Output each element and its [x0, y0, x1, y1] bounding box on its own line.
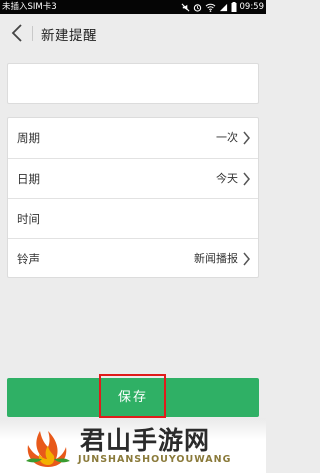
row-date-value: 今天	[216, 172, 238, 185]
status-bar: 未插入SIM卡3 09:59	[0, 0, 266, 14]
chevron-right-icon	[243, 131, 250, 145]
back-button[interactable]	[4, 20, 30, 46]
watermark-title: 君山手游网	[80, 426, 211, 455]
page-title: 新建提醒	[41, 28, 97, 44]
row-date-label: 日期	[17, 172, 40, 186]
alarm-icon	[193, 3, 202, 12]
carrier-label: 未插入SIM卡3	[2, 2, 57, 12]
settings-card: 周期 一次 日期 今天 时间 铃声 新闻播报	[7, 117, 259, 278]
chevron-left-icon	[11, 24, 22, 42]
flame-logo-icon	[26, 431, 70, 467]
signal-icon	[219, 3, 228, 12]
row-ringtone-value: 新闻播报	[194, 252, 238, 265]
reminder-content-input[interactable]	[7, 63, 259, 104]
chevron-right-icon	[243, 172, 250, 186]
nav-bar: 新建提醒	[0, 14, 266, 52]
mute-icon	[181, 3, 190, 12]
watermark: 君山手游网 JUNSHANSHOUYOUWANG	[0, 418, 266, 473]
battery-icon	[231, 2, 237, 12]
row-ringtone[interactable]: 铃声 新闻播报	[8, 239, 258, 279]
highlight-box	[99, 374, 166, 418]
chevron-right-icon	[243, 252, 250, 266]
row-ringtone-label: 铃声	[17, 252, 40, 266]
row-time-label: 时间	[17, 212, 40, 226]
status-icons: 09:59	[181, 0, 265, 14]
row-time[interactable]: 时间	[8, 199, 258, 239]
row-cycle-label: 周期	[17, 131, 40, 145]
watermark-subtitle: JUNSHANSHOUYOUWANG	[78, 454, 232, 465]
wifi-icon	[205, 3, 216, 12]
row-date[interactable]: 日期 今天	[8, 159, 258, 199]
row-cycle-value: 一次	[216, 131, 238, 144]
row-cycle[interactable]: 周期 一次	[8, 118, 258, 158]
clock: 09:59	[239, 2, 265, 12]
nav-divider	[32, 26, 33, 41]
